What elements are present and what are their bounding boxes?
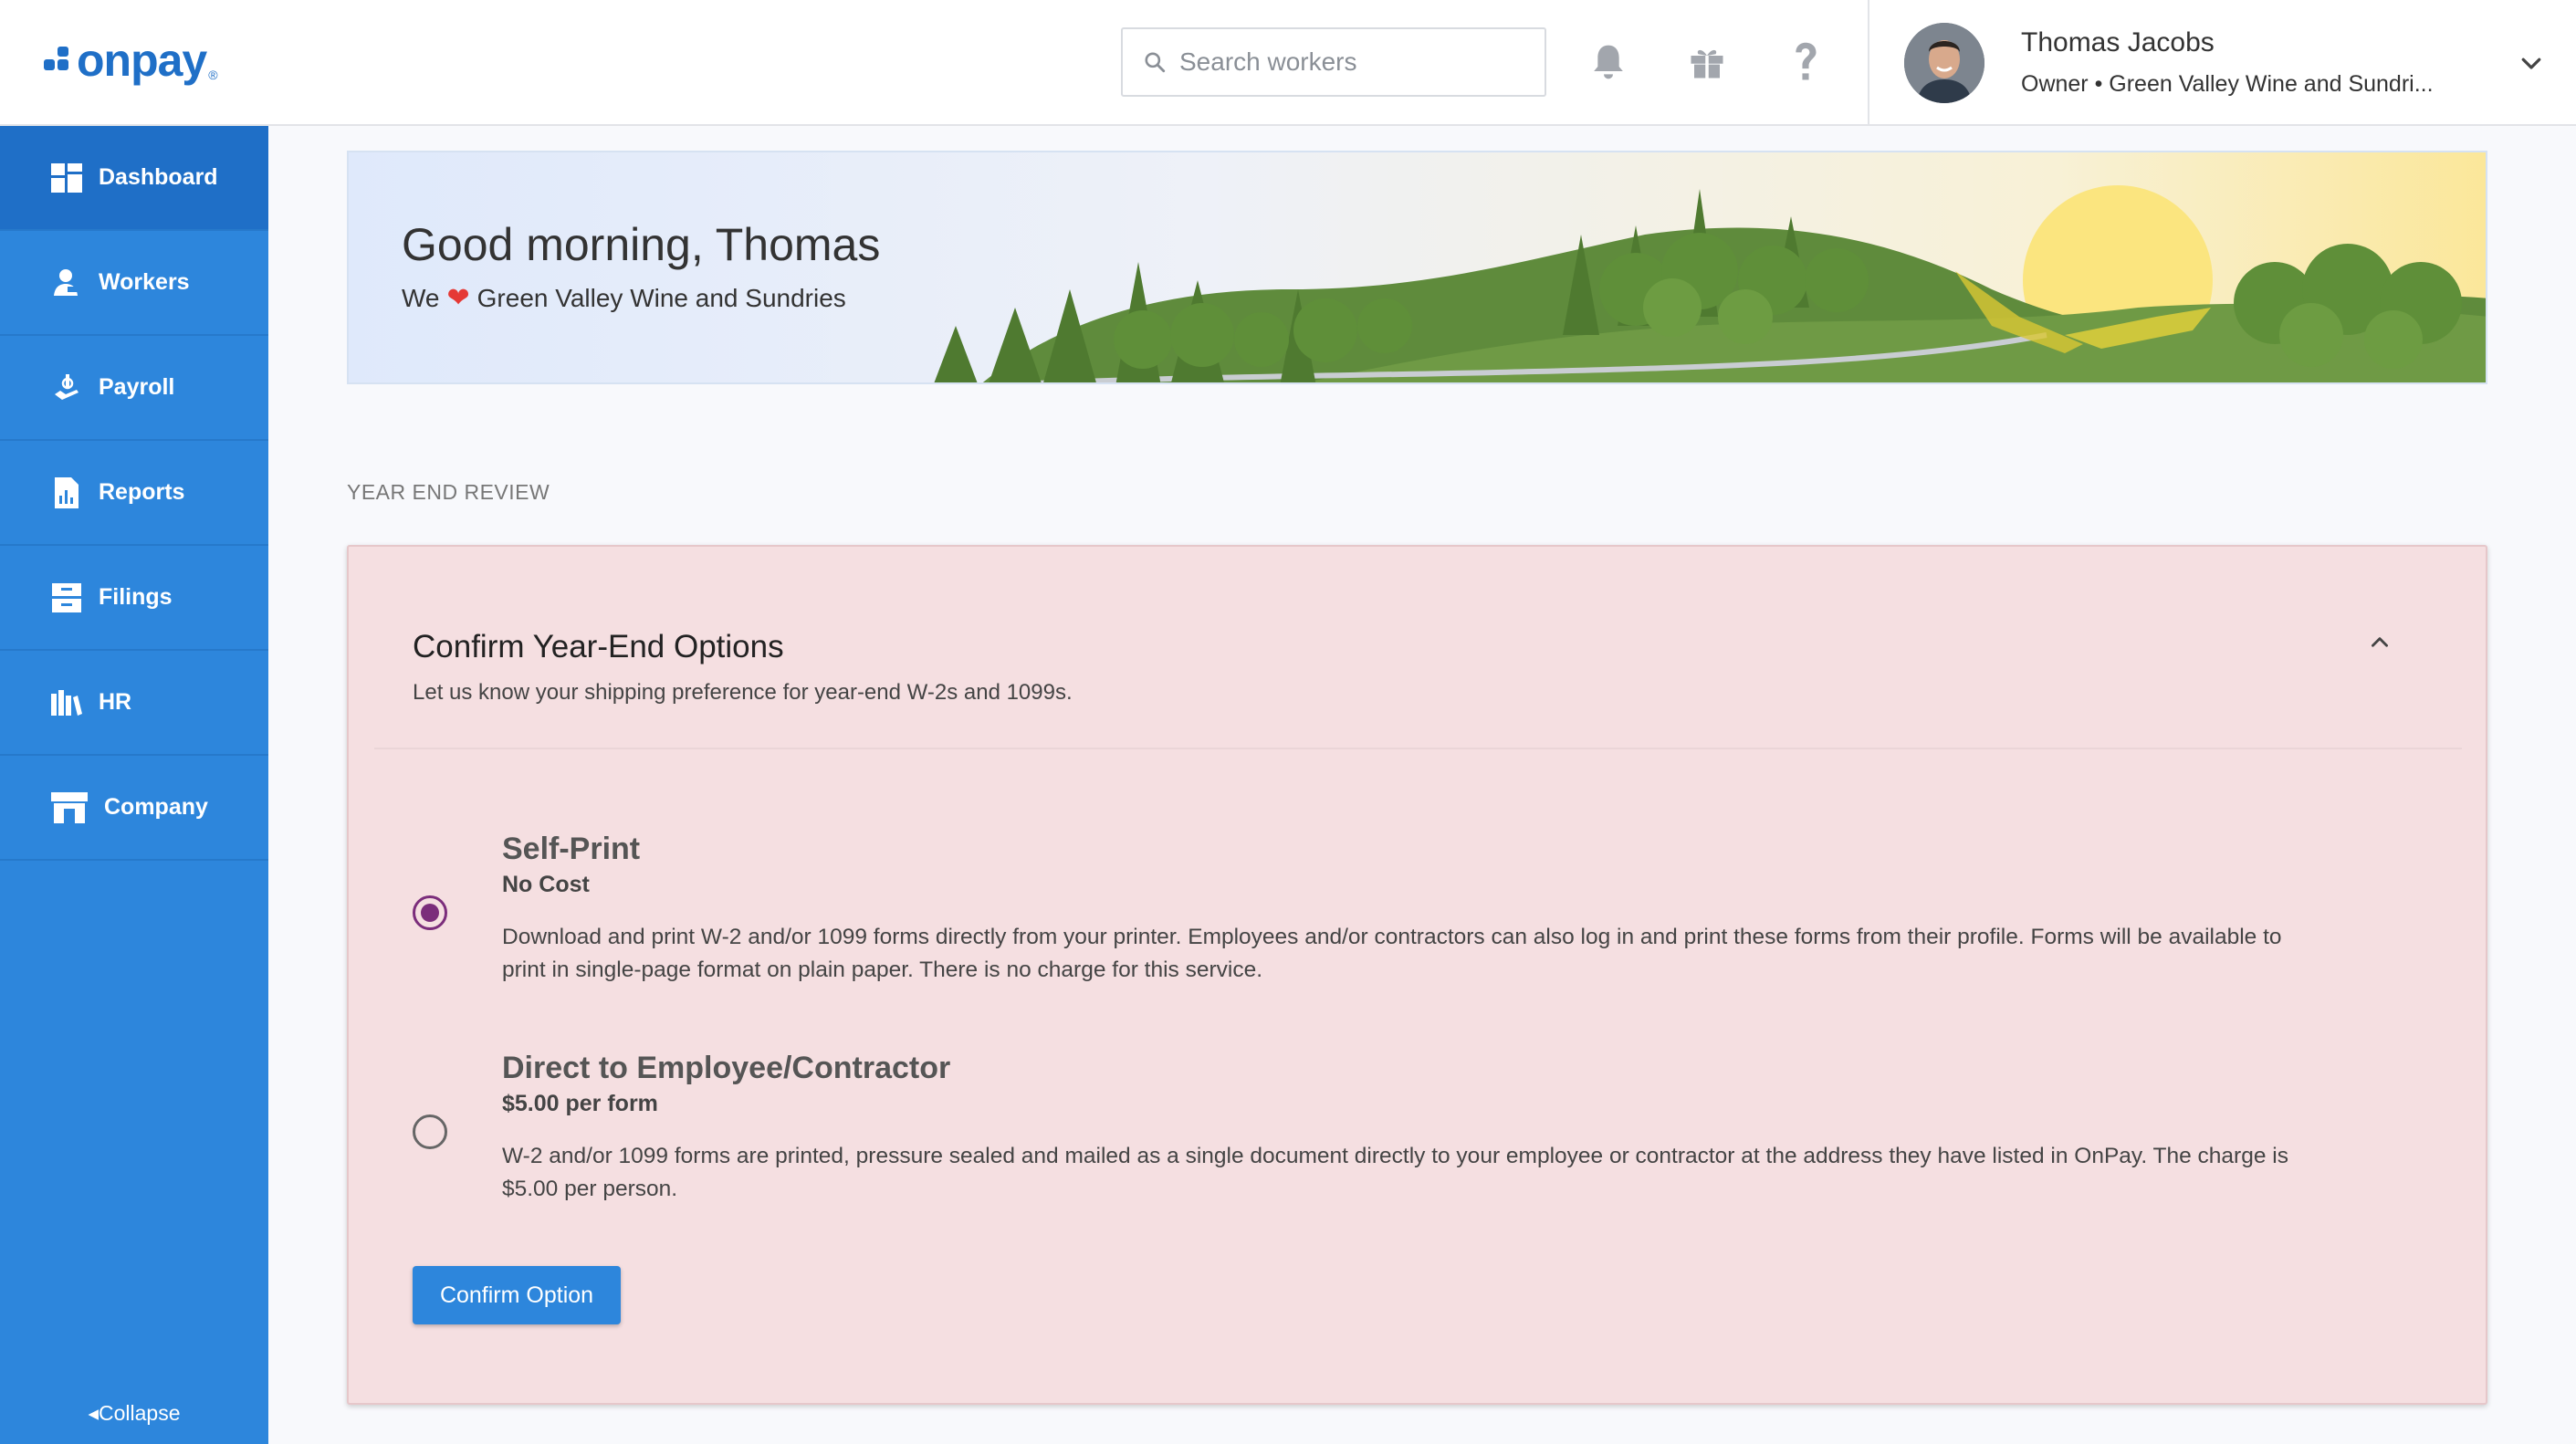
workers-icon	[51, 267, 82, 298]
direct-mail-price: $5.00 per form	[502, 1091, 658, 1116]
sidebar-item-workers[interactable]: Workers	[0, 231, 268, 336]
reports-icon	[51, 476, 82, 508]
sidebar-item-label: Payroll	[99, 374, 175, 400]
chevron-up-icon	[2372, 637, 2388, 647]
heart-icon: ❤	[446, 283, 470, 313]
sidebar-item-hr[interactable]: HR	[0, 651, 268, 756]
collapse-label: Collapse	[99, 1401, 181, 1425]
sidebar: Dashboard Workers Payroll Reports Filing…	[0, 126, 268, 1444]
greeting-we: We	[402, 283, 440, 312]
section-label: YEAR END REVIEW	[347, 480, 550, 504]
header-divider	[1868, 0, 1869, 126]
sidebar-item-label: Dashboard	[99, 164, 218, 190]
user-name[interactable]: Thomas Jacobs	[2021, 27, 2215, 58]
direct-mail-radio[interactable]	[413, 1114, 447, 1149]
payroll-icon	[51, 372, 82, 403]
greeting-title: Good morning, Thomas	[402, 219, 881, 270]
sidebar-item-filings[interactable]: Filings	[0, 546, 268, 651]
avatar[interactable]	[1904, 23, 1984, 103]
gift-icon	[1691, 49, 1723, 78]
card-subtitle: Let us know your shipping preference for…	[413, 680, 1073, 705]
notifications-button[interactable]	[1583, 37, 1634, 88]
sidebar-item-label: Reports	[99, 479, 185, 505]
filings-icon	[51, 582, 82, 613]
help-button[interactable]	[1780, 37, 1831, 88]
logo-registered-mark: ®	[208, 68, 218, 82]
logo-text: onpay	[77, 35, 207, 86]
sidebar-item-label: Workers	[99, 269, 190, 295]
sidebar-item-label: HR	[99, 689, 132, 715]
company-icon	[51, 791, 88, 823]
greeting-subtitle: We ❤ Green Valley Wine and Sundries	[402, 282, 846, 314]
direct-mail-title[interactable]: Direct to Employee/Contractor	[502, 1051, 950, 1086]
chevron-down-icon	[2521, 58, 2541, 69]
collapse-sidebar-button[interactable]: ◂Collapse	[0, 1401, 268, 1426]
search-box[interactable]	[1121, 27, 1546, 97]
hr-icon	[51, 687, 82, 718]
user-menu-toggle[interactable]	[2518, 49, 2545, 81]
direct-mail-description: W-2 and/or 1099 forms are printed, press…	[502, 1144, 2288, 1201]
self-print-price: No Cost	[502, 872, 590, 897]
sidebar-item-company[interactable]: Company	[0, 756, 268, 861]
gift-button[interactable]	[1681, 37, 1733, 88]
self-print-radio[interactable]	[413, 895, 447, 930]
card-title: Confirm Year-End Options	[413, 629, 784, 664]
sidebar-item-payroll[interactable]: Payroll	[0, 336, 268, 441]
caret-left-icon: ◂	[88, 1401, 99, 1425]
company-name: Green Valley Wine and Sundries	[476, 283, 846, 312]
card-collapse-button[interactable]	[2368, 631, 2392, 659]
dashboard-icon	[51, 162, 82, 194]
onpay-logo[interactable]: onpay ®	[44, 33, 218, 88]
self-print-description: Download and print W-2 and/or 1099 forms…	[502, 925, 2282, 982]
logo-mark-icon	[44, 47, 71, 74]
confirm-option-button[interactable]: Confirm Option	[413, 1266, 621, 1324]
top-header: onpay ® Search workers Thomas Jacobs Own…	[0, 0, 2576, 126]
help-icon	[1796, 42, 1817, 80]
search-input[interactable]	[1179, 47, 1526, 77]
user-role: Owner • Green Valley Wine and Sundri...	[2021, 71, 2434, 97]
sidebar-item-label: Filings	[99, 584, 173, 610]
search-icon	[1145, 52, 1166, 73]
card-divider	[374, 748, 2462, 749]
sidebar-item-dashboard[interactable]: Dashboard	[0, 126, 268, 231]
bell-icon	[1594, 45, 1623, 79]
user-photo-icon	[1904, 23, 1984, 103]
year-end-options-card: Confirm Year-End Options Let us know you…	[347, 545, 2487, 1405]
self-print-title[interactable]: Self-Print	[502, 832, 640, 867]
greeting-banner: Good morning, Thomas We ❤ Green Valley W…	[347, 151, 2487, 384]
sidebar-item-label: Company	[104, 794, 208, 820]
sidebar-item-reports[interactable]: Reports	[0, 441, 268, 546]
